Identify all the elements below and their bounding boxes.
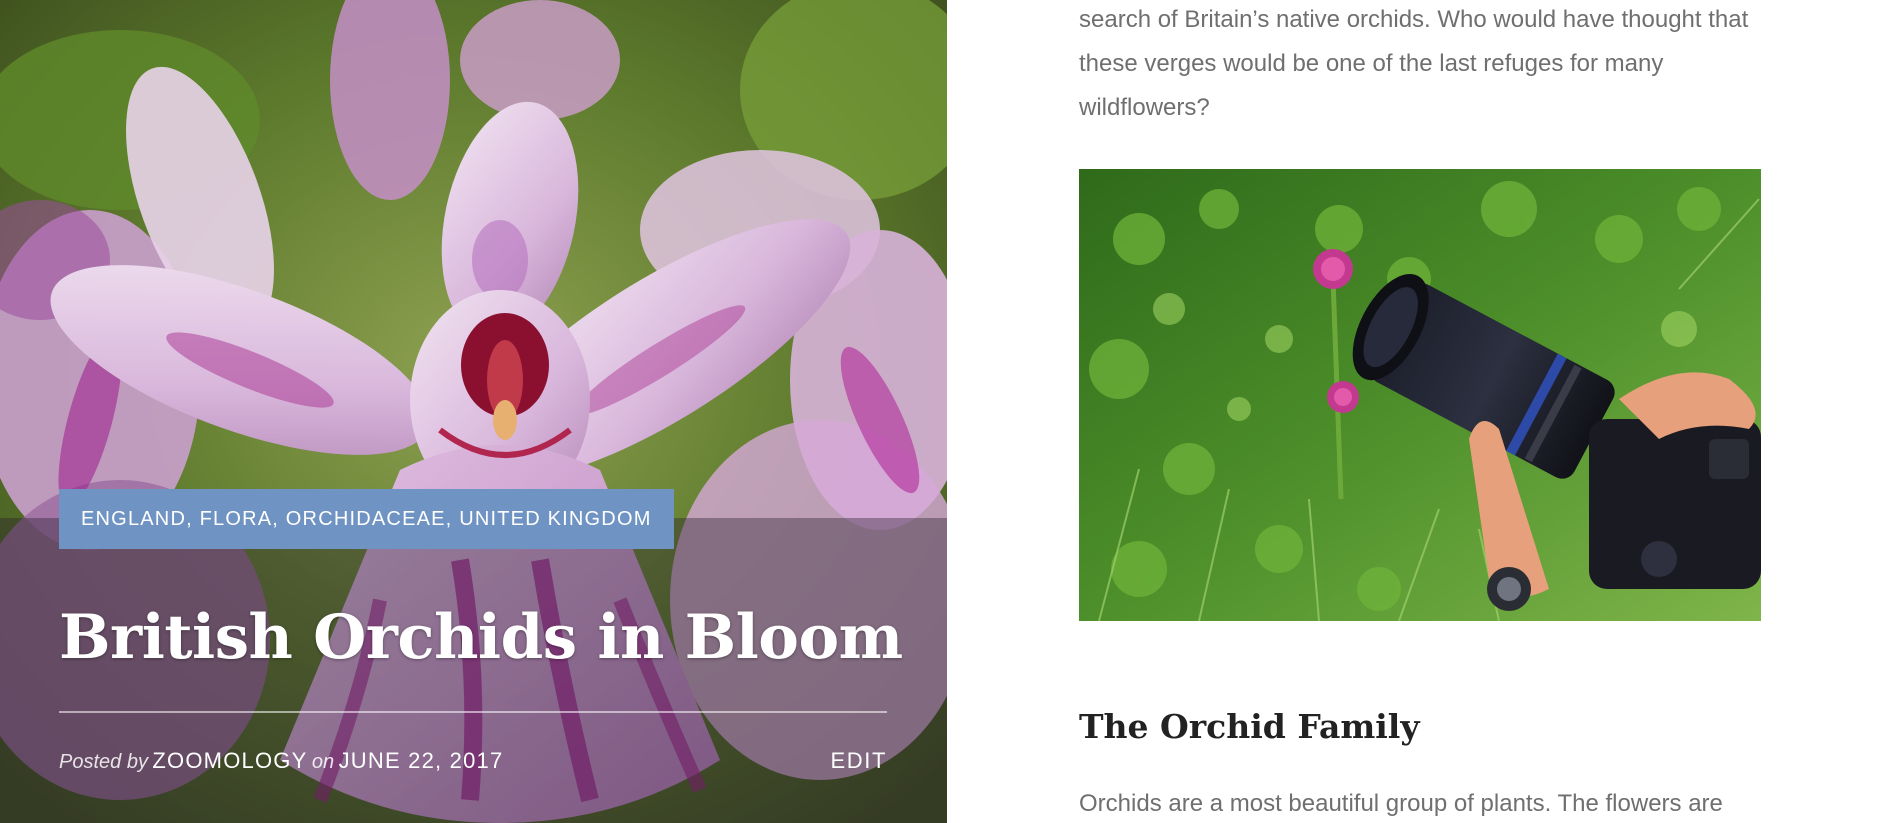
author-link[interactable]: ZOOMOLOGY <box>152 748 307 773</box>
date-prefix-label: on <box>311 751 335 773</box>
camera-orchid-photo <box>1079 169 1761 621</box>
category-links[interactable]: ENGLAND, FLORA, ORCHIDACEAE, UNITED KING… <box>81 508 652 530</box>
page: ENGLAND, FLORA, ORCHIDACEAE, UNITED KING… <box>0 0 1884 823</box>
category-badge[interactable]: ENGLAND, FLORA, ORCHIDACEAE, UNITED KING… <box>59 489 674 549</box>
intro-paragraph: search of Britain’s native orchids. Who … <box>1079 6 1749 121</box>
edit-post-link[interactable]: EDIT <box>830 748 887 774</box>
section-heading: The Orchid Family <box>1079 707 1420 746</box>
post-meta: Posted by ZOOMOLOGY on JUNE 22, 2017 EDI… <box>59 748 887 778</box>
post-date-link[interactable]: JUNE 22, 2017 <box>339 748 504 773</box>
hero-featured-image: ENGLAND, FLORA, ORCHIDACEAE, UNITED KING… <box>0 0 947 823</box>
title-divider <box>59 711 887 713</box>
body-paragraph: Orchids are a most beautiful group of pl… <box>1079 790 1723 817</box>
article-content: search of Britain’s native orchids. Who … <box>1079 0 1799 823</box>
article-image <box>1079 169 1761 621</box>
post-title: British Orchids in Bloom <box>59 602 903 673</box>
posted-by-label: Posted by <box>59 751 148 773</box>
